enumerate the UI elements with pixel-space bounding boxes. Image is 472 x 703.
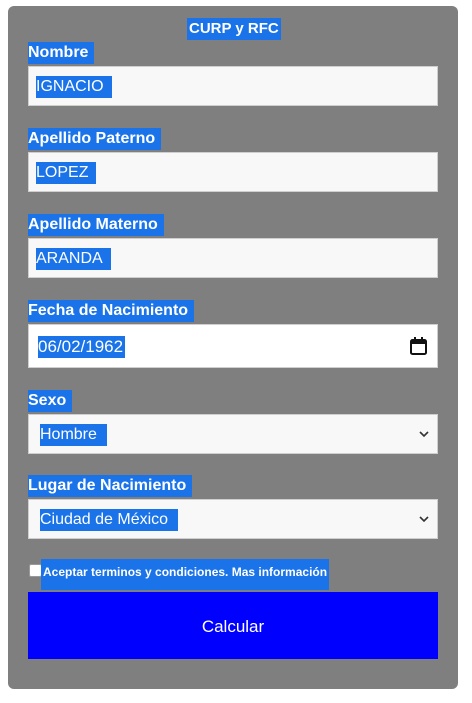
- terms-label[interactable]: Aceptar terminos y condiciones. Mas info…: [41, 559, 330, 590]
- chevron-down-icon: [419, 516, 429, 523]
- calendar-icon[interactable]: [410, 337, 427, 355]
- calcular-button[interactable]: Calcular: [28, 592, 438, 659]
- nombre-input[interactable]: IGNACIO: [28, 66, 438, 106]
- sexo-value: Hombre: [40, 424, 107, 446]
- fecha-nacimiento-input[interactable]: 06/02/1962: [28, 324, 438, 368]
- nombre-label: Nombre: [28, 42, 95, 64]
- sexo-select[interactable]: Hombre: [28, 414, 438, 454]
- form-title: CURP y RFC: [187, 18, 281, 40]
- sexo-label: Sexo: [28, 390, 73, 412]
- apellido-materno-value: ARANDA: [36, 248, 111, 270]
- fecha-nacimiento-value: 06/02/1962: [38, 336, 126, 358]
- apellido-materno-label: Apellido Materno: [28, 214, 164, 236]
- lugar-nacimiento-select[interactable]: Ciudad de México: [28, 499, 438, 539]
- apellido-paterno-input[interactable]: LOPEZ: [28, 152, 438, 192]
- chevron-down-icon: [419, 431, 429, 438]
- fecha-nacimiento-label: Fecha de Nacimiento: [28, 300, 195, 322]
- lugar-nacimiento-value: Ciudad de México: [40, 509, 179, 531]
- apellido-paterno-label: Apellido Paterno: [28, 128, 162, 150]
- apellido-materno-input[interactable]: ARANDA: [28, 238, 438, 278]
- nombre-value: IGNACIO: [36, 76, 112, 98]
- apellido-paterno-value: LOPEZ: [36, 162, 97, 184]
- lugar-nacimiento-label: Lugar de Nacimiento: [28, 475, 193, 497]
